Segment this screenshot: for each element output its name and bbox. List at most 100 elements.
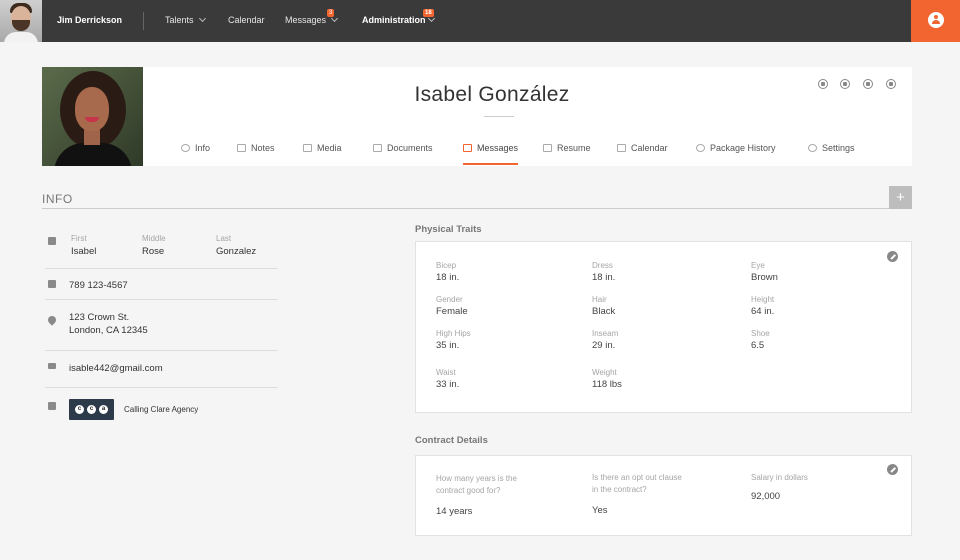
salary-value: 92,000 (751, 491, 781, 502)
username-label[interactable]: Jim Derrickson (57, 15, 122, 25)
tab-resume-label: Resume (557, 143, 591, 153)
trait-value: 64 in. (751, 306, 775, 317)
pdf-icon[interactable] (818, 79, 828, 89)
trait-eye: Eye Brown (751, 261, 778, 283)
agency-logo-letter: c (87, 405, 96, 414)
address-line-1: 123 Crown St. (69, 312, 130, 323)
tab-info-label: Info (195, 143, 211, 153)
folder-icon (373, 144, 382, 152)
opt-out-label: Is there an opt out clause (592, 473, 682, 482)
tab-messages-label: Messages (477, 143, 519, 153)
media-icon (303, 144, 312, 152)
trait-label: Shoe (751, 329, 770, 338)
nav-calendar-label: Calendar (228, 15, 265, 25)
trait-value: 18 in. (436, 272, 460, 283)
delete-icon[interactable] (886, 79, 896, 89)
first-name-field: First Isabel (71, 234, 96, 257)
user-avatar[interactable] (0, 0, 42, 42)
edit-icon[interactable] (887, 464, 898, 475)
tab-package-history[interactable]: Package History (696, 143, 776, 165)
agency-icon (48, 402, 56, 410)
contract-details-panel: How many years is the contract good for?… (415, 455, 912, 536)
trait-shoe: Shoe 6.5 (751, 329, 770, 351)
nav-talents[interactable]: Talents (165, 14, 206, 25)
trait-gender: Gender Female (436, 295, 468, 317)
nav-administration[interactable]: Administration 18 (362, 9, 435, 25)
trait-value: Female (436, 306, 468, 317)
agency-name[interactable]: Calling Clare Agency (124, 405, 198, 414)
contract-years-label: How many years is the (436, 474, 517, 483)
trait-value: Black (592, 306, 616, 317)
trait-label: Weight (592, 368, 617, 377)
trait-label: Hair (592, 295, 607, 304)
gear-icon (808, 144, 817, 152)
notes-icon (237, 144, 246, 152)
trait-value: 6.5 (751, 340, 765, 351)
tab-info[interactable]: Info (181, 143, 210, 165)
tab-resume[interactable]: Resume (543, 143, 591, 165)
profile-tabs: Info Notes Media Documents Messages Resu… (42, 141, 912, 166)
tab-settings[interactable]: Settings (808, 143, 855, 165)
physical-traits-panel: Bicep 18 in. Dress 18 in. Eye Brown Gend… (415, 241, 912, 413)
nav-administration-label: Administration (362, 15, 426, 25)
middle-name-value: Rose (142, 246, 165, 257)
nav-calendar[interactable]: Calendar (228, 15, 265, 25)
tab-documents-label: Documents (387, 143, 433, 153)
last-name-label: Last (216, 234, 232, 243)
resume-icon (543, 144, 552, 152)
phone-icon (48, 280, 56, 288)
nav-divider (143, 12, 144, 30)
address-line-2: London, CA 12345 (69, 325, 148, 336)
address-value: 123 Crown St. London, CA 12345 (69, 311, 148, 337)
trait-label: Height (751, 295, 775, 304)
chevron-down-icon (427, 14, 435, 23)
contact-card-icon (48, 237, 56, 245)
edit-icon[interactable] (863, 79, 873, 89)
trait-label: Waist (436, 368, 456, 377)
trait-height: Height 64 in. (751, 295, 774, 317)
address-row: 123 Crown St. London, CA 12345 (45, 311, 278, 351)
trait-inseam: Inseam 29 in. (592, 329, 618, 351)
last-name-field: Last Gonzalez (216, 234, 256, 257)
tab-calendar-label: Calendar (631, 143, 668, 153)
edit-icon[interactable] (887, 251, 898, 262)
contract-years-value: 14 years (436, 506, 473, 517)
tab-notes[interactable]: Notes (237, 143, 275, 165)
document-icon[interactable] (840, 79, 850, 89)
trait-value: Brown (751, 272, 778, 283)
add-button[interactable]: + (889, 186, 912, 209)
chevron-down-icon (330, 14, 339, 23)
tab-calendar[interactable]: Calendar (617, 143, 668, 165)
middle-name-field: Middle Rose (142, 234, 166, 257)
tab-messages[interactable]: Messages (463, 143, 519, 165)
trait-waist: Waist 33 in. (436, 368, 459, 390)
agency-logo-letter: c (75, 405, 84, 414)
trait-label: Bicep (436, 261, 457, 270)
phone-value[interactable]: 789 123-4567 (69, 279, 128, 292)
section-divider (42, 208, 889, 209)
trait-label: High Hips (436, 329, 471, 338)
agency-logo: c c a (69, 399, 114, 420)
nav-messages[interactable]: Messages 3 (285, 9, 339, 25)
history-icon (696, 144, 705, 152)
user-menu-button[interactable] (911, 0, 960, 42)
tab-media[interactable]: Media (303, 143, 342, 165)
trait-dress: Dress 18 in. (592, 261, 615, 283)
email-row: isable442@gmail.com (45, 361, 278, 388)
nav-messages-label: Messages (285, 15, 327, 25)
name-underline (484, 116, 514, 117)
profile-name: Isabel González (414, 83, 570, 106)
opt-out-label: in the contract? (592, 485, 647, 494)
tab-package-history-label: Package History (710, 143, 776, 153)
email-value[interactable]: isable442@gmail.com (69, 362, 163, 375)
nav-talents-label: Talents (165, 15, 194, 25)
envelope-icon (48, 363, 56, 369)
trait-value: 118 lbs (592, 379, 622, 390)
trait-weight: Weight 118 lbs (592, 368, 622, 390)
first-name-value: Isabel (71, 246, 97, 257)
first-name-label: First (71, 234, 87, 243)
tab-documents[interactable]: Documents (373, 143, 433, 165)
user-icon (928, 12, 944, 28)
contract-years-field: How many years is the contract good for?… (436, 473, 517, 517)
trait-value: 18 in. (592, 272, 616, 283)
